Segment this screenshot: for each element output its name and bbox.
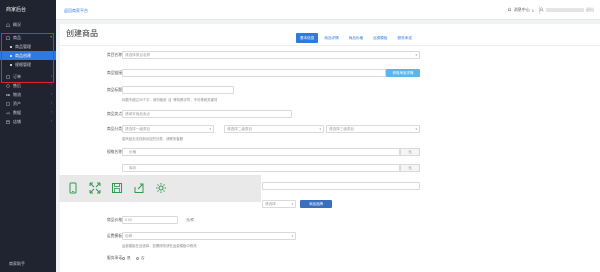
price-label: 商品价格 xyxy=(106,218,122,222)
asset-icon xyxy=(6,102,10,106)
brand-title: 商家后台 xyxy=(6,7,27,13)
cat-select-label: 商品分类 xyxy=(106,127,122,131)
save-icon[interactable] xyxy=(111,182,123,194)
page-title: 创建商品 xyxy=(66,29,98,38)
sidebar-item-overview[interactable]: 概况 xyxy=(0,20,56,29)
highlight-frame xyxy=(1,33,54,83)
user-icon xyxy=(539,7,544,13)
settings-icon[interactable] xyxy=(155,182,167,194)
price-input[interactable]: 0.00 xyxy=(122,216,178,224)
spec-price-input[interactable]: 价格 xyxy=(122,148,400,156)
messages-count: 1 xyxy=(531,7,534,13)
service-no-label: 否 xyxy=(141,256,145,260)
service-yes-label: 是 xyxy=(127,256,131,260)
expand-icon[interactable] xyxy=(89,182,101,194)
category-label: 类目名称 xyxy=(106,53,122,57)
service-label: 服务承诺 xyxy=(106,256,122,260)
main-panel: 创建商品 基本信息 商品详情 商品价格 运费模板 服务承诺 类目名称 请选择类目… xyxy=(60,24,600,272)
messages-button[interactable]: 消息中心 1 xyxy=(507,7,534,13)
tab-detail[interactable]: 商品详情 xyxy=(320,33,342,43)
sidebar-item-label: 商家助手 xyxy=(9,261,25,266)
category-level2-select[interactable]: 请选择二级类目 ▾ xyxy=(224,125,324,133)
aftersale-icon xyxy=(6,83,10,88)
title-input[interactable] xyxy=(122,86,234,94)
chevron-down-icon: ▾ xyxy=(415,127,417,131)
tab-bar: 基本信息 商品详情 商品价格 运费模板 服务承诺 xyxy=(296,33,418,43)
sidebar: 商家后台 概况 商品 ▾ 商品管理 商品创建 规格管理 订单 › 售后 › 物流… xyxy=(0,0,56,272)
category-level3-select[interactable]: 请选择三级类目 ▾ xyxy=(326,125,420,133)
chevron-down-icon: ▾ xyxy=(319,127,321,131)
sidebar-item-logistics[interactable]: 物流 › xyxy=(0,90,56,99)
spec-extra-input[interactable] xyxy=(262,182,420,190)
add-brand-button[interactable]: 添加品牌 xyxy=(300,200,332,208)
sidebar-item-label: 物流 xyxy=(13,92,21,97)
title-label: 商品标题 xyxy=(106,88,122,92)
divider xyxy=(60,45,600,46)
sidebar-item-assistant[interactable]: 商家助手 xyxy=(0,259,56,272)
service-no-radio[interactable] xyxy=(136,257,139,260)
brand-select[interactable]: 请选择 ▾ xyxy=(262,200,296,208)
tab-basic[interactable]: 基本信息 xyxy=(296,33,319,43)
fetch-link-button[interactable]: 获取淘宝详情 xyxy=(386,69,420,77)
category-select[interactable]: 请选择类目名称 ▾ xyxy=(122,51,420,59)
sidebar-item-label: 数据 xyxy=(13,110,21,115)
freight-hint: 运费模板在此选择，如需修改请在运费模板中修改 xyxy=(122,244,197,248)
sidebar-item-label: 店铺 xyxy=(13,119,21,124)
chevron-right-icon: › xyxy=(50,110,52,114)
user-name-redacted xyxy=(546,8,584,12)
messages-label: 消息中心 xyxy=(513,7,530,12)
floating-toolbar xyxy=(59,175,261,202)
data-icon xyxy=(6,111,10,115)
tab-freight[interactable]: 运费模板 xyxy=(369,33,391,43)
spec-stock-input[interactable]: 库存 xyxy=(122,164,400,172)
selling-input[interactable]: 请填写商品卖点 xyxy=(122,110,292,118)
link-label: 商品链接 xyxy=(106,71,122,75)
logistics-icon xyxy=(6,93,10,97)
chevron-right-icon: › xyxy=(50,119,52,123)
home-icon xyxy=(6,22,10,27)
price-unit: 元/件 xyxy=(186,218,195,222)
category-level1-select[interactable]: 请选择一级类目 ▾ xyxy=(122,125,214,133)
service-yes-radio[interactable] xyxy=(122,257,125,260)
spec-unit-addon: 元 xyxy=(400,164,420,172)
chevron-down-icon: ▾ xyxy=(291,234,293,238)
back-link[interactable]: 返回商家平台 xyxy=(64,8,88,14)
sidebar-item-label: 资产 xyxy=(13,101,21,106)
bell-icon xyxy=(507,7,512,13)
freight-select[interactable]: 包邮 ▾ xyxy=(122,232,296,240)
logout-link[interactable]: 退出 xyxy=(586,7,594,13)
chevron-down-icon: ▾ xyxy=(291,202,293,206)
category-hint: 若商品无法找到对应的分类，请联系客服 xyxy=(122,137,184,141)
tab-service[interactable]: 服务承诺 xyxy=(394,33,416,43)
sidebar-item-label: 概况 xyxy=(13,22,21,27)
shop-icon xyxy=(6,119,10,124)
chevron-right-icon: › xyxy=(50,92,52,96)
phone-icon[interactable] xyxy=(67,182,79,194)
freight-label: 运费模板 xyxy=(106,234,122,238)
selling-label: 商品卖点 xyxy=(106,112,122,116)
share-icon[interactable] xyxy=(133,182,145,194)
spec-label: 规格名称 xyxy=(106,150,122,154)
sidebar-item-data[interactable]: 数据 › xyxy=(0,108,56,117)
spec-unit-addon: 元 xyxy=(400,148,420,156)
top-bar: 返回商家平台 消息中心 1 退出 xyxy=(56,0,600,20)
sidebar-item-shop[interactable]: 店铺 › xyxy=(0,117,56,126)
title-hint: 标题不超过30个字，请勿使用【】等特殊字符，不可堆砌关键词 xyxy=(122,98,218,102)
chevron-down-icon: ▾ xyxy=(209,127,211,131)
link-input[interactable] xyxy=(122,69,386,77)
chevron-right-icon: › xyxy=(50,101,52,105)
user-menu[interactable]: 退出 xyxy=(539,7,594,13)
sidebar-item-assets[interactable]: 资产 › xyxy=(0,99,56,108)
chevron-down-icon: ▾ xyxy=(415,53,417,57)
tab-price[interactable]: 商品价格 xyxy=(345,33,367,43)
